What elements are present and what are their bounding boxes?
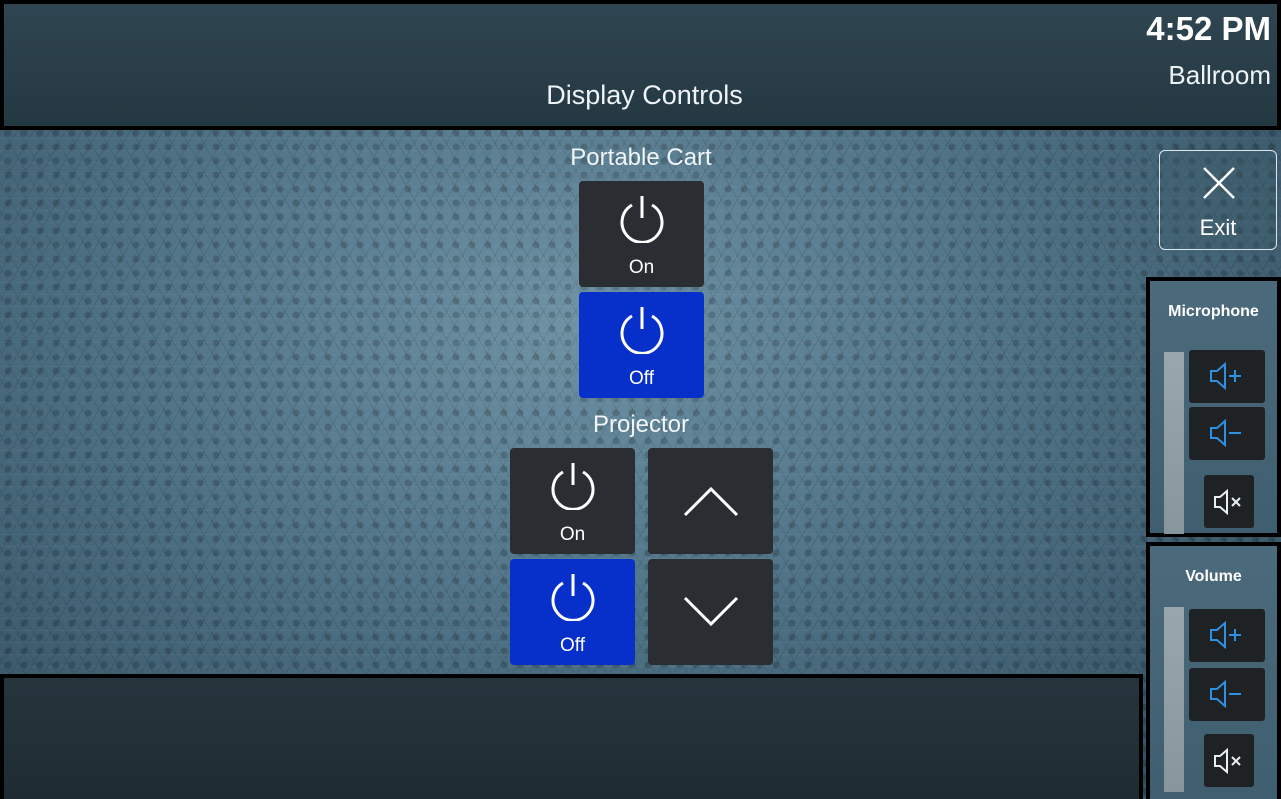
exit-button[interactable]: Exit	[1159, 150, 1277, 250]
microphone-level-meter	[1164, 352, 1184, 534]
page-title: Display Controls	[546, 80, 743, 110]
footer-bar	[0, 674, 1143, 799]
on-label: On	[559, 524, 586, 545]
projector-up-button[interactable]	[648, 448, 773, 554]
volume-mute-button[interactable]	[1204, 734, 1254, 787]
volume-up-icon	[1210, 621, 1241, 649]
microphone-volume-up-button[interactable]	[1189, 350, 1265, 403]
portable-cart-on-button[interactable]: On	[579, 181, 704, 287]
exit-label: Exit	[1199, 215, 1237, 240]
mute-icon	[1214, 748, 1241, 774]
volume-down-button[interactable]	[1189, 668, 1265, 721]
projector-label: Projector	[592, 411, 690, 438]
power-icon	[620, 307, 663, 354]
on-label: On	[628, 257, 655, 278]
microphone-panel: Microphone	[1146, 277, 1281, 537]
microphone-mute-button[interactable]	[1204, 475, 1254, 528]
power-icon	[620, 196, 663, 243]
portable-cart-label: Portable Cart	[570, 144, 712, 171]
room-name: Ballroom	[1168, 60, 1271, 90]
chevron-up-icon	[683, 486, 738, 517]
volume-up-icon	[1210, 362, 1241, 390]
mute-icon	[1214, 489, 1241, 515]
microphone-title: Microphone	[1168, 303, 1259, 320]
volume-up-button[interactable]	[1189, 609, 1265, 662]
power-icon	[551, 463, 594, 510]
volume-down-icon	[1210, 680, 1241, 708]
close-icon	[1203, 167, 1235, 199]
clock: 4:52 PM	[1146, 10, 1271, 47]
power-icon	[551, 574, 594, 621]
header-bar: Display Controls 4:52 PM Ballroom	[0, 0, 1281, 130]
microphone-volume-down-button[interactable]	[1189, 407, 1265, 460]
volume-title: Volume	[1185, 568, 1242, 585]
portable-cart-off-button[interactable]: Off	[579, 292, 704, 398]
projector-down-button[interactable]	[648, 559, 773, 665]
off-label: Off	[560, 635, 585, 656]
projector-off-button[interactable]: Off	[510, 559, 635, 665]
volume-panel: Volume	[1146, 542, 1281, 799]
chevron-down-icon	[683, 596, 738, 627]
volume-level-meter	[1164, 607, 1184, 792]
off-label: Off	[629, 368, 654, 389]
projector-on-button[interactable]: On	[510, 448, 635, 554]
volume-down-icon	[1210, 419, 1241, 447]
